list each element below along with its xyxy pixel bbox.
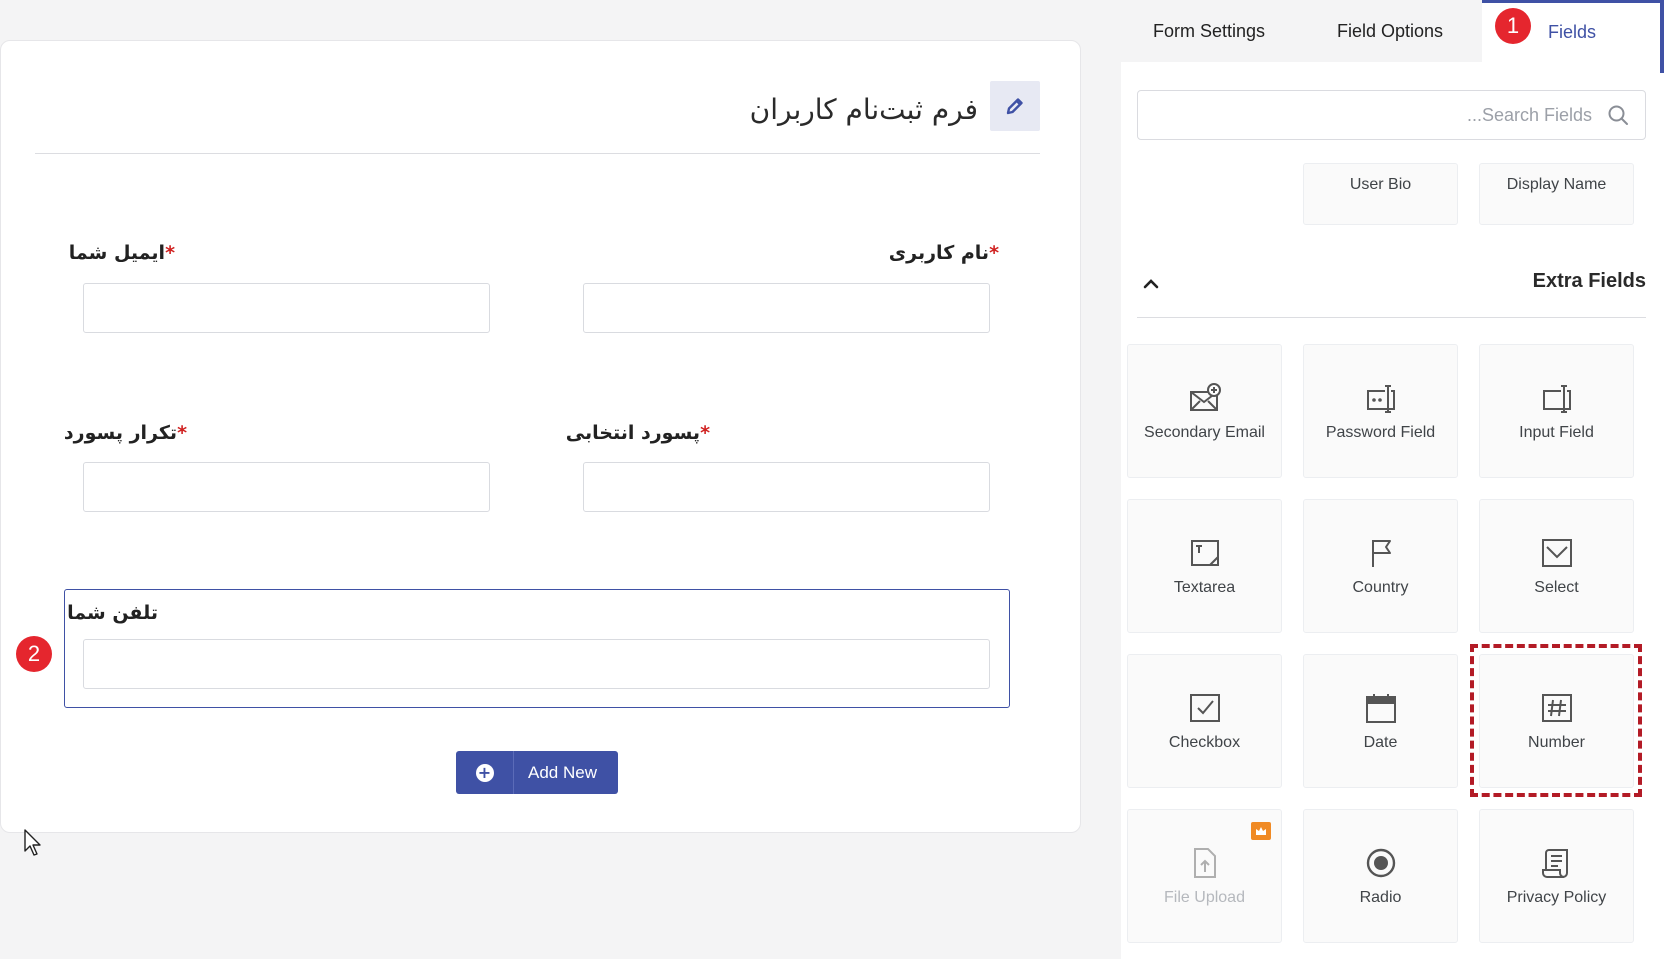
step-badge-1: 1 <box>1495 8 1531 44</box>
field-tile-display-name[interactable]: Display Name <box>1479 163 1634 225</box>
search-fields-input[interactable]: ...Search Fields <box>1137 90 1646 140</box>
field-label-username: *نام کاربری <box>889 242 999 264</box>
field-tile-radio[interactable]: Radio <box>1303 809 1458 943</box>
confirm-password-input[interactable] <box>83 462 490 512</box>
required-mark: * <box>177 422 187 444</box>
add-new-label: Add New <box>528 762 597 782</box>
field-tile-country[interactable]: Country <box>1303 499 1458 633</box>
field-label-text: نام کاربری <box>888 242 990 264</box>
tab-label: Fields <box>1548 22 1597 42</box>
field-tile-textarea[interactable]: Textarea <box>1127 499 1282 633</box>
field-tile-secondary-email[interactable]: Secondary Email <box>1127 344 1282 478</box>
input-field-icon <box>1542 385 1571 413</box>
field-tile-input-field[interactable]: Input Field <box>1479 344 1634 478</box>
required-mark: * <box>700 422 710 444</box>
number-tile-highlight <box>1470 644 1642 797</box>
chevron-up-icon[interactable] <box>1141 274 1161 294</box>
password-field-icon <box>1366 385 1395 413</box>
builder-panel: Form Settings Field Options Fields 1 ...… <box>1121 0 1664 959</box>
checkbox-icon <box>1189 694 1220 722</box>
tile-label: Date <box>1363 734 1398 751</box>
select-check-icon <box>1541 539 1572 567</box>
section-title: Extra Fields <box>1532 270 1646 292</box>
edit-title-button[interactable] <box>990 81 1040 131</box>
required-mark: * <box>165 242 175 264</box>
tile-label: Select <box>1534 579 1579 596</box>
tile-label: Privacy Policy <box>1506 889 1607 906</box>
premium-crown-icon <box>1251 822 1271 840</box>
tab-label: Form Settings <box>1153 20 1266 41</box>
field-tile-file-upload[interactable]: File Upload <box>1127 809 1282 943</box>
panel-tabs: Form Settings Field Options Fields <box>1121 0 1664 62</box>
search-icon <box>1608 105 1628 125</box>
field-label-text: تلفن شما <box>67 602 158 624</box>
mouse-cursor-icon <box>24 829 41 856</box>
form-title: فرم ثبت‌نام کاربران <box>749 93 978 126</box>
tab-label: Field Options <box>1337 20 1444 41</box>
tab-form-settings[interactable]: Form Settings <box>1153 0 1265 62</box>
field-tile-select[interactable]: Select <box>1479 499 1634 633</box>
password-input[interactable] <box>583 462 990 512</box>
field-tile-privacy-policy[interactable]: Privacy Policy <box>1479 809 1634 943</box>
file-upload-icon <box>1193 848 1216 878</box>
field-label-text: پسورد انتخابی <box>565 422 701 444</box>
email-input[interactable] <box>83 283 490 333</box>
tile-label: Radio <box>1359 889 1402 906</box>
tile-label: Display Name <box>1506 176 1607 193</box>
tile-label: Textarea <box>1173 579 1236 596</box>
extra-fields-header[interactable]: Extra Fields <box>1137 262 1646 318</box>
flag-icon <box>1371 540 1391 567</box>
tile-label: Country <box>1352 579 1409 596</box>
field-label-confirm-password: *تکرار پسورد <box>64 422 187 444</box>
panel-scroll-edge <box>1660 0 1664 73</box>
field-tile-user-bio[interactable]: User Bio <box>1303 163 1458 225</box>
field-label-text: تکرار پسورد <box>63 422 178 444</box>
field-label-phone: تلفن شما <box>67 602 158 624</box>
scroll-icon <box>1541 849 1568 878</box>
tab-field-options[interactable]: Field Options <box>1337 0 1443 62</box>
field-tile-checkbox[interactable]: Checkbox <box>1127 654 1282 788</box>
field-label-password: *پسورد انتخابی <box>566 422 710 444</box>
tile-label: File Upload <box>1164 889 1245 906</box>
step-badge-2: 2 <box>16 636 52 672</box>
phone-input[interactable] <box>83 639 990 689</box>
add-new-button[interactable]: + Add New <box>456 751 618 794</box>
search-placeholder: ...Search Fields <box>1466 105 1592 125</box>
envelope-plus-icon <box>1189 383 1221 411</box>
calendar-icon <box>1365 694 1396 723</box>
tile-label: Checkbox <box>1168 734 1241 751</box>
field-label-email: *ایمیل شما <box>69 242 175 264</box>
field-tile-password-field[interactable]: Password Field <box>1303 344 1458 478</box>
radio-icon <box>1366 848 1395 878</box>
tile-label: Secondary Email <box>1144 424 1265 441</box>
textarea-icon <box>1190 540 1219 566</box>
plus-circle-icon: + <box>456 751 514 794</box>
required-mark: * <box>989 242 999 264</box>
form-title-row: فرم ثبت‌نام کاربران <box>35 81 1040 154</box>
field-label-text: ایمیل شما <box>68 242 166 264</box>
field-tile-date[interactable]: Date <box>1303 654 1458 788</box>
username-input[interactable] <box>583 283 990 333</box>
tile-label: Password Field <box>1325 424 1436 441</box>
tile-label: User Bio <box>1349 176 1412 193</box>
tile-label: Input Field <box>1519 424 1594 441</box>
pencil-icon <box>1006 98 1023 115</box>
